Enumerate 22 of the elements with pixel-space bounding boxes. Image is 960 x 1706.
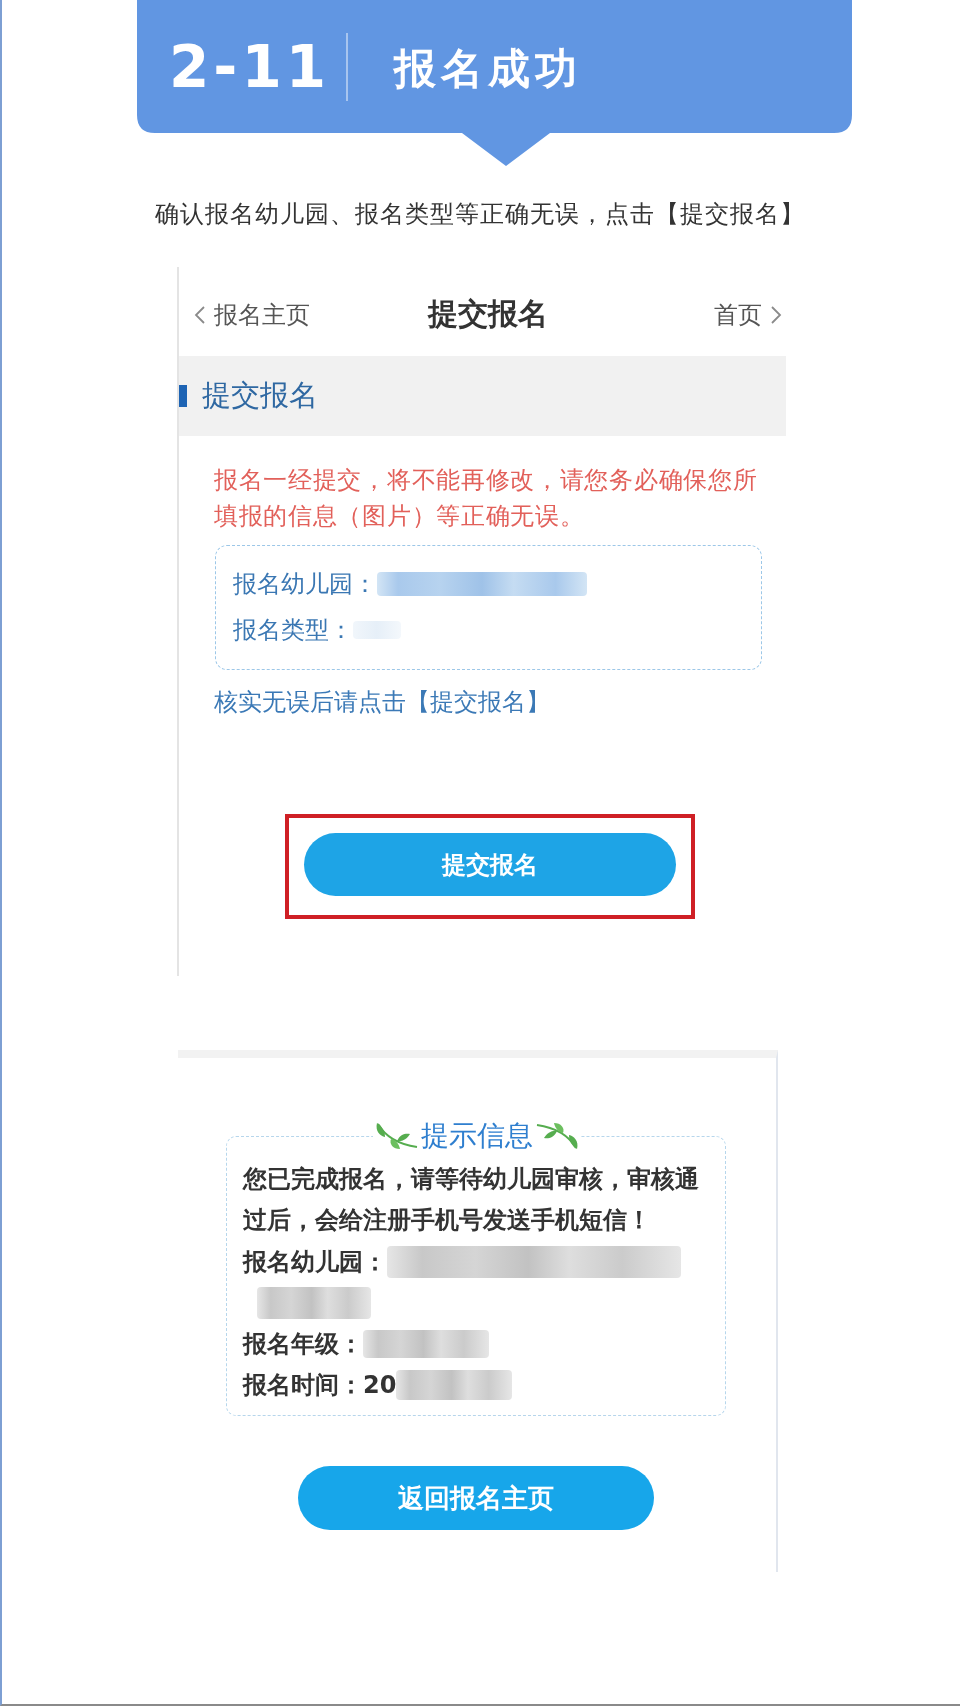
- chevron-left-icon: [194, 304, 206, 325]
- field-label: 报名类型：: [233, 615, 353, 646]
- instruction-text: 确认报名幼儿园、报名类型等正确无误，点击【提交报名】: [155, 199, 805, 230]
- banner-title: 报名成功: [393, 47, 582, 90]
- leaf-sprig-icon: [535, 1121, 579, 1151]
- home-link[interactable]: 首页: [714, 298, 782, 331]
- field-label: 报名年级：: [243, 1328, 363, 1360]
- field-label: 报名幼儿园：: [243, 1246, 387, 1278]
- success-message: 您已完成报名，请等待幼儿园审核，审核通过后，会给注册手机号发送手机短信！: [243, 1164, 700, 1236]
- confirm-hint: 核实无误后请点击【提交报名】: [214, 687, 550, 718]
- chevron-right-icon: [770, 304, 782, 325]
- info-heading: 提示信息: [421, 1119, 533, 1153]
- warning-text: 报名一经提交，将不能再修改，请您务必确保您所填报的信息（图片）等正确无误。: [214, 465, 759, 532]
- back-link[interactable]: 报名主页: [194, 298, 310, 331]
- field-value: 20: [363, 1370, 397, 1399]
- field-label: 报名幼儿园：: [233, 569, 377, 600]
- page-title: 提交报名: [428, 295, 548, 333]
- section-title: 提交报名: [202, 377, 318, 414]
- accent-bar-icon: [179, 385, 187, 407]
- field-label: 报名时间：: [243, 1369, 363, 1401]
- step-number: 2-11: [169, 37, 331, 96]
- leaf-sprig-icon: [375, 1121, 419, 1151]
